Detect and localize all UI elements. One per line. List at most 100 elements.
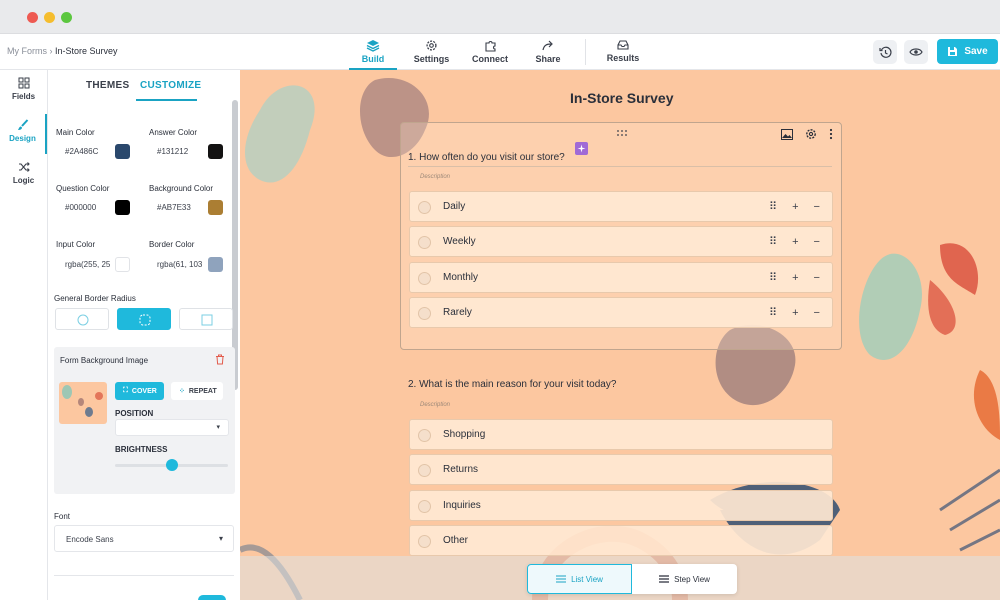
background-color-swatch[interactable] [208,200,223,215]
option-label[interactable]: Shopping [443,429,485,440]
nav-divider [585,39,586,65]
tab-settings[interactable]: Settings [409,34,454,70]
option-controls[interactable]: ⠿ + − [769,306,826,319]
input-color-swatch[interactable] [115,257,130,272]
radio-button[interactable] [418,429,431,442]
question-2-text[interactable]: 2. What is the main reason for your visi… [408,379,616,390]
tab-customize[interactable]: CUSTOMIZE [140,80,201,91]
ai-assist-button[interactable] [575,142,588,155]
shuffle-icon [18,162,30,172]
tab-share[interactable]: Share [530,34,566,70]
drag-handle-icon[interactable] [617,130,627,136]
radio-button[interactable] [418,201,431,214]
main-color-input[interactable]: #2A486C [65,147,98,156]
question-1-text[interactable]: 1. How often do you visit our store? [408,152,565,163]
rail-item-design-label: Design [9,134,36,143]
option-label[interactable]: Inquiries [443,500,481,511]
list-view-button[interactable]: List View [527,564,632,594]
tab-build[interactable]: Build [349,34,397,70]
option-controls[interactable]: ⠿ + − [769,271,826,284]
cover-button[interactable]: ⛶ COVER [115,382,164,400]
radio-button[interactable] [418,500,431,513]
repeat-button[interactable]: ⁘ REPEAT [171,382,223,400]
view-toggle: List View Step View [527,564,737,594]
option-row[interactable]: Inquiries [409,490,833,521]
question-color-swatch[interactable] [115,200,130,215]
tab-themes[interactable]: THEMES [86,80,129,91]
option-row[interactable]: Weekly ⠿ + − [409,226,833,257]
toggle-switch[interactable] [198,595,226,600]
option-label[interactable]: Daily [443,201,465,212]
option-row[interactable]: Daily ⠿ + − [409,191,833,222]
font-select[interactable]: Encode Sans ▾ [54,525,234,552]
option-label[interactable]: Returns [443,464,478,475]
border-color-input[interactable]: rgba(61, 103 [157,260,202,269]
background-color-input[interactable]: #AB7E33 [157,203,191,212]
cover-label: COVER [131,387,157,395]
radius-option-round[interactable] [55,308,109,330]
tab-connect[interactable]: Connect [469,34,511,70]
radius-option-medium[interactable] [117,308,171,330]
radio-button[interactable] [418,272,431,285]
position-select[interactable]: ▾ [115,419,229,436]
chevron-down-icon: ▾ [218,534,223,543]
radius-option-square[interactable] [179,308,233,330]
background-image-thumbnail[interactable] [59,382,107,424]
option-controls[interactable]: ⠿ + − [769,235,826,248]
radio-button[interactable] [418,464,431,477]
answer-color-input[interactable]: #131212 [157,147,188,156]
history-button[interactable] [873,40,897,64]
option-label[interactable]: Rarely [443,307,472,318]
preview-button[interactable] [904,40,928,64]
close-window-button[interactable] [27,12,38,23]
option-label[interactable]: Weekly [443,236,476,247]
option-row[interactable]: Rarely ⠿ + − [409,297,833,328]
rounded-square-icon [139,314,151,326]
border-color-swatch[interactable] [208,257,223,272]
active-tab-indicator [136,99,197,101]
tab-results[interactable]: Results [603,34,643,70]
input-color-label: Input Color [56,240,96,249]
radio-button[interactable] [418,535,431,548]
input-color-input[interactable]: rgba(255, 25 [65,260,110,269]
option-label[interactable]: Other [443,535,468,546]
step-view-label: Step View [674,574,710,584]
question-color-input[interactable]: #000000 [65,203,96,212]
breadcrumb-root[interactable]: My Forms [7,46,47,56]
option-label[interactable]: Monthly [443,272,478,283]
brightness-slider-handle[interactable] [166,459,178,471]
rail-item-design[interactable]: Design [0,114,47,154]
step-view-button[interactable]: Step View [632,564,737,594]
survey-title[interactable]: In-Store Survey [570,90,673,106]
background-color-label: Background Color [149,184,214,193]
answer-color-swatch[interactable] [208,144,223,159]
option-row[interactable]: Returns [409,454,833,485]
minimize-window-button[interactable] [44,12,55,23]
trash-icon[interactable] [215,354,225,365]
question-2-description[interactable]: Description [420,402,450,408]
chevron-down-icon: ▾ [216,424,220,431]
breadcrumb-separator: › [49,46,53,56]
form-canvas: In-Store Survey 1. How often do you visi… [240,70,1000,600]
rail-item-logic[interactable]: Logic [0,156,47,196]
background-image-label: Form Background Image [60,356,149,365]
option-row[interactable]: Monthly ⠿ + − [409,262,833,293]
question-1-description[interactable]: Description [420,174,450,180]
main-color-swatch[interactable] [115,144,130,159]
app-window: My Forms › In-Store Survey Build Setting… [0,0,1000,600]
option-row[interactable]: Shopping [409,419,833,450]
eye-icon [909,48,923,56]
radio-button[interactable] [418,236,431,249]
brush-icon [17,119,28,130]
maximize-window-button[interactable] [61,12,72,23]
rail-item-fields[interactable]: Fields [0,72,47,112]
square-icon [201,314,213,326]
image-icon[interactable] [781,129,793,140]
save-button[interactable]: Save [937,39,998,64]
option-controls[interactable]: ⠿ + − [769,200,826,213]
gear-icon[interactable] [805,128,817,140]
radio-button[interactable] [418,307,431,320]
more-vertical-icon[interactable] [829,128,833,140]
option-row[interactable]: Other [409,525,833,556]
gear-icon [426,40,437,51]
